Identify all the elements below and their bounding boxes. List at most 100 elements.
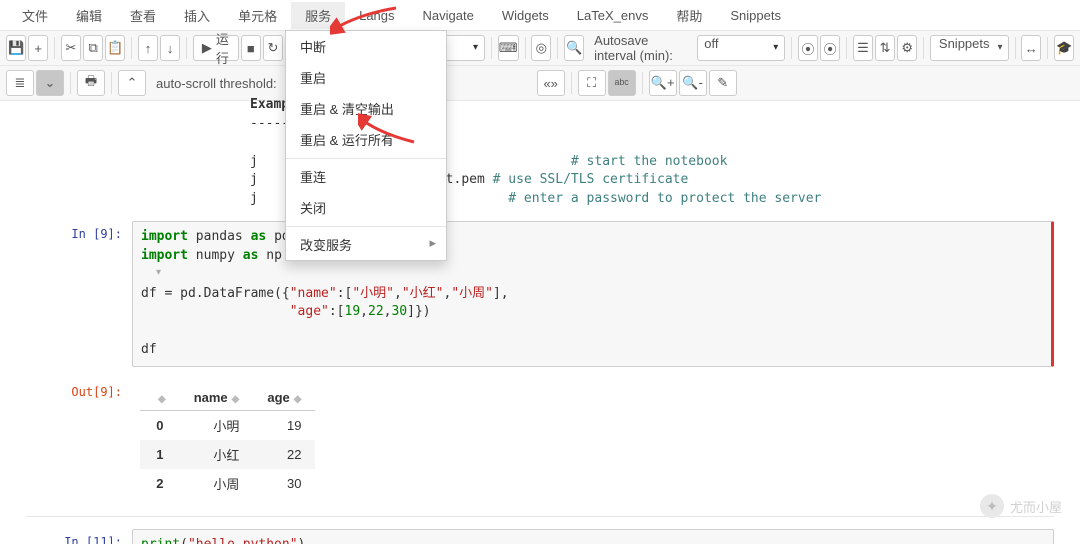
- scratchpad-button[interactable]: ↔: [1021, 35, 1041, 61]
- graduation-icon: 🎓: [1056, 40, 1072, 56]
- watermark: ✦ 尤而小屋: [980, 494, 1062, 518]
- code-icon: ⦿: [802, 39, 815, 58]
- search-icon: 🔍: [566, 40, 582, 56]
- minus-icon: ↔: [1025, 41, 1038, 56]
- cut-icon: ✂: [66, 40, 77, 56]
- add-cell-button[interactable]: +: [28, 35, 48, 61]
- chevron-down-icon: ▾: [473, 42, 478, 53]
- paste-button[interactable]: 📋: [105, 35, 125, 61]
- command-palette-button[interactable]: ⌨: [498, 35, 519, 61]
- sort-icon: ◆: [294, 394, 302, 405]
- menu-navigate[interactable]: Navigate: [409, 4, 488, 27]
- menu-file[interactable]: 文件: [8, 2, 62, 29]
- in-prompt: In [9]:: [26, 221, 132, 367]
- separator: [186, 37, 187, 59]
- sort-icon: ◆: [158, 394, 166, 405]
- table-header[interactable]: ◆: [140, 385, 180, 411]
- sort-button[interactable]: ⇅: [875, 35, 895, 61]
- kernel-restart[interactable]: 重启: [286, 62, 446, 93]
- table-header[interactable]: name◆: [180, 385, 254, 411]
- chevron-down-icon: ▾: [773, 42, 778, 53]
- table-header[interactable]: age◆: [253, 385, 315, 411]
- menu-help[interactable]: 帮助: [662, 2, 716, 29]
- gear-button[interactable]: ⚙: [897, 35, 917, 61]
- run-button[interactable]: ▶运行: [193, 35, 239, 61]
- output-cell-9: Out[9]: ◆ name◆ age◆ 0小明19 1小红22 2小周30: [26, 379, 1054, 504]
- table-row: 1小红22: [140, 440, 315, 469]
- autosave-select[interactable]: off▾: [697, 35, 785, 61]
- menu-view[interactable]: 查看: [116, 2, 170, 29]
- cut-button[interactable]: ✂: [61, 35, 81, 61]
- separator: [791, 37, 792, 59]
- sort-icon: ◆: [232, 394, 240, 405]
- output-area: ◆ name◆ age◆ 0小明19 1小红22 2小周30: [132, 379, 1054, 504]
- plus-icon: +: [34, 41, 42, 56]
- fold-icon[interactable]: ▾: [156, 267, 161, 278]
- interrupt-button[interactable]: ■: [241, 35, 261, 61]
- paste-icon: 📋: [107, 40, 123, 56]
- menu-snippets[interactable]: Snippets: [716, 4, 795, 27]
- in-prompt: In [11]:: [26, 529, 132, 544]
- menu-widgets[interactable]: Widgets: [488, 4, 563, 27]
- search-button[interactable]: 🔍: [564, 35, 584, 61]
- annotation-arrow-icon: [330, 6, 400, 36]
- table-row: 0小明19: [140, 410, 315, 440]
- move-down-button[interactable]: ↓: [160, 35, 180, 61]
- separator: [131, 37, 132, 59]
- separator: [557, 37, 558, 59]
- save-button[interactable]: 💾: [6, 35, 26, 61]
- target-icon: ◎: [536, 40, 547, 56]
- toolbar-row-1: 💾 + ✂ ⧉ 📋 ↑ ↓ ▶运行 ■ ↻ ⏩ ▾ ⌨ ◎ 🔍 Autosave…: [0, 31, 1080, 66]
- code-cell-11: In [11]: print("hello python"): [26, 529, 1054, 544]
- watermark-label: 尤而小屋: [1010, 497, 1062, 516]
- menu-latex[interactable]: LaTeX_envs: [563, 4, 663, 27]
- cell-divider: [26, 516, 1054, 517]
- stop-icon: ■: [247, 41, 255, 56]
- variable-inspector-button[interactable]: ◎: [531, 35, 551, 61]
- sort-icon: ⇅: [880, 40, 891, 56]
- annotation-arrow-icon: [358, 106, 418, 146]
- restart-button[interactable]: ↻: [263, 35, 283, 61]
- code-font-2-button[interactable]: ⦿: [820, 35, 840, 61]
- separator: [846, 37, 847, 59]
- menubar: 文件 编辑 查看 插入 单元格 服务 Langs Navigate Widget…: [0, 0, 1080, 31]
- separator: [1047, 37, 1048, 59]
- dataframe-table: ◆ name◆ age◆ 0小明19 1小红22 2小周30: [140, 385, 315, 498]
- copy-icon: ⧉: [88, 40, 97, 56]
- menu-insert[interactable]: 插入: [170, 2, 224, 29]
- kernel-change[interactable]: 改变服务: [286, 226, 446, 260]
- refresh-icon: ↻: [267, 40, 278, 56]
- out-prompt: Out[9]:: [26, 379, 132, 504]
- autosave-label: Autosave interval (min):: [594, 33, 689, 63]
- gear-icon: ⚙: [901, 40, 913, 56]
- menu-edit[interactable]: 编辑: [62, 2, 116, 29]
- play-icon: ▶: [202, 40, 212, 56]
- separator: [491, 37, 492, 59]
- move-up-button[interactable]: ↑: [138, 35, 158, 61]
- presentation-button[interactable]: 🎓: [1054, 35, 1074, 61]
- list-icon: ☰: [857, 40, 869, 56]
- keyboard-icon: ⌨: [499, 40, 518, 56]
- menu-cell[interactable]: 单元格: [224, 2, 291, 29]
- code-icon: ⦿: [824, 39, 837, 58]
- code-font-button[interactable]: ⦿: [798, 35, 818, 61]
- wechat-icon: ✦: [980, 494, 1004, 518]
- notebook-area: Examp ----- j # start the notebook j ert…: [0, 62, 1080, 544]
- separator: [525, 37, 526, 59]
- separator: [54, 37, 55, 59]
- snippets-select[interactable]: Snippets▾: [930, 35, 1009, 61]
- table-row: 2小周30: [140, 469, 315, 498]
- separator: [923, 37, 924, 59]
- code-editor[interactable]: import pandas as pd import numpy as np d…: [132, 221, 1054, 367]
- kernel-reconnect[interactable]: 重连: [286, 158, 446, 192]
- markdown-cell[interactable]: Examp ----- j # start the notebook j ert…: [0, 96, 1080, 209]
- copy-button[interactable]: ⧉: [83, 35, 103, 61]
- code-editor[interactable]: print("hello python"): [132, 529, 1054, 544]
- save-icon: 💾: [8, 40, 24, 56]
- chevron-down-icon: ▾: [997, 42, 1002, 53]
- arrow-down-icon: ↓: [167, 41, 174, 56]
- kernel-shutdown[interactable]: 关闭: [286, 192, 446, 223]
- separator: [1015, 37, 1016, 59]
- arrow-up-icon: ↑: [145, 41, 152, 56]
- toc-button[interactable]: ☰: [853, 35, 873, 61]
